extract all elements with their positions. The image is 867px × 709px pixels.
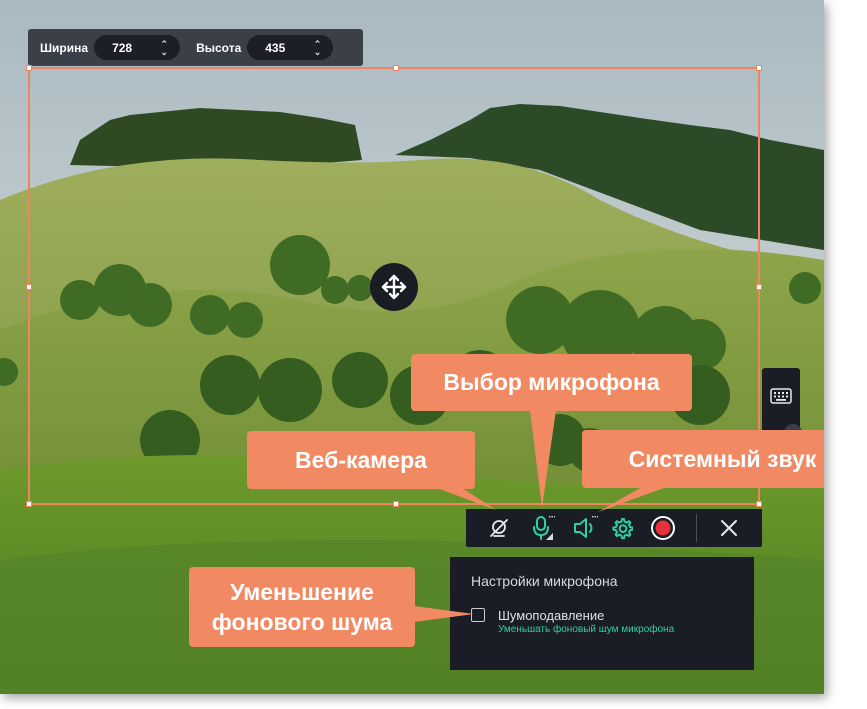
pointer-system-audio [598,488,664,512]
pointer-microphone [530,410,556,508]
screen-capture-window: Ширина 728 ⌃ ⌄ Высота 435 ⌃ ⌄ Настройки … [0,0,824,694]
callout-pointers [414,410,664,622]
pointer-webcam [437,488,496,510]
pointer-noise-reduction [414,606,474,622]
